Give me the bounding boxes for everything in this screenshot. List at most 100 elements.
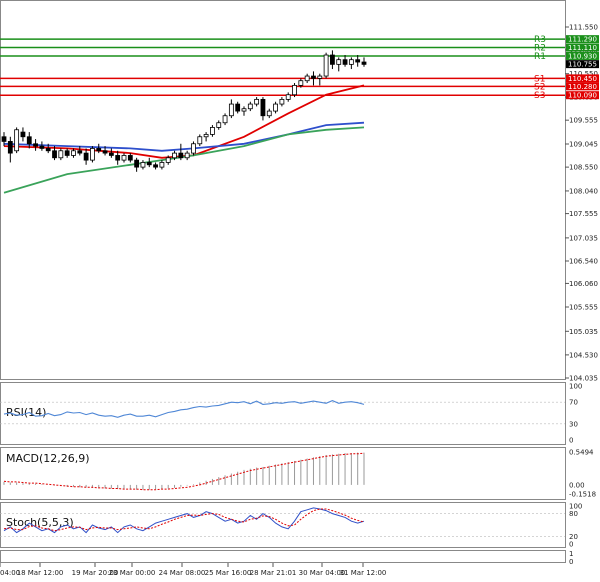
candle-body bbox=[52, 150, 57, 159]
current-price-value: 110.755 bbox=[568, 61, 597, 69]
candle-body bbox=[26, 136, 32, 145]
price-axis-label: 106.060 bbox=[569, 280, 598, 288]
candle-body bbox=[342, 59, 348, 65]
price-pane bbox=[0, 0, 566, 380]
candle-body bbox=[127, 155, 133, 161]
macd-axis-label: -0.1518 bbox=[569, 491, 596, 499]
candle-body bbox=[247, 103, 253, 110]
candle-body bbox=[14, 129, 20, 152]
candle-body bbox=[254, 98, 260, 105]
time-axis-label: 18 Mar 12:00 bbox=[17, 569, 64, 577]
time-axis: 04:0018 Mar 12:00 19 Mar 20:0023 Mar 00:0… bbox=[0, 563, 386, 577]
rsi-axis-label: 100 bbox=[569, 383, 582, 391]
extra-pane-axis-label: 1 bbox=[569, 550, 573, 558]
candle-body bbox=[7, 141, 13, 154]
time-axis-label: 31 Mar 12:00 bbox=[340, 569, 387, 577]
candle-body bbox=[121, 155, 127, 161]
candle-body bbox=[1, 136, 7, 142]
candle-body bbox=[361, 61, 367, 65]
candle-body bbox=[292, 84, 297, 96]
time-axis-label: 25 Mar 16:00 bbox=[205, 569, 252, 577]
candle-body bbox=[20, 131, 26, 138]
candle-body bbox=[153, 164, 158, 168]
candle-body bbox=[115, 155, 121, 161]
candle-body bbox=[77, 150, 83, 154]
candle-body bbox=[159, 162, 165, 168]
pivot-name-s3: S3 bbox=[534, 91, 545, 101]
candle-body bbox=[304, 75, 310, 82]
candle-body bbox=[71, 150, 76, 156]
candle-body bbox=[134, 159, 140, 168]
time-axis-label: 28 Mar 21:01 bbox=[250, 569, 297, 577]
rsi-label: RSI(14) bbox=[6, 406, 46, 419]
extra-pane-axis-label: 0 bbox=[569, 558, 573, 566]
extra-pane bbox=[0, 550, 566, 563]
pivot-value-s1: 110.450 bbox=[568, 75, 597, 83]
candle-body bbox=[355, 59, 361, 63]
pivot-value-r1: 110.930 bbox=[568, 52, 597, 60]
pivot-value-r2: 111.110 bbox=[568, 44, 597, 52]
pivot-value-r3: 111.290 bbox=[568, 36, 597, 44]
time-axis-label: 23 Mar 00:00 bbox=[109, 569, 156, 577]
price-axis-label: 106.540 bbox=[569, 258, 598, 266]
price-axis-label: 105.035 bbox=[569, 328, 598, 336]
time-axis-label: 24 Mar 08:00 bbox=[159, 569, 206, 577]
candle-body bbox=[90, 148, 95, 161]
candle-body bbox=[210, 127, 215, 135]
candle-body bbox=[348, 59, 354, 65]
candle-body bbox=[184, 152, 190, 159]
candle-body bbox=[83, 152, 89, 161]
candle-body bbox=[241, 108, 247, 112]
candle-body bbox=[39, 145, 45, 149]
candle-body bbox=[45, 148, 51, 152]
candle-body bbox=[222, 115, 228, 124]
macd-axis-label: 0.00 bbox=[569, 481, 585, 489]
extra-pane-axis: 10 bbox=[569, 550, 573, 566]
candle-body bbox=[172, 152, 177, 159]
rsi-axis-label: 0 bbox=[569, 437, 573, 445]
rsi-axis-label: 30 bbox=[569, 420, 578, 428]
stoch-pane bbox=[0, 502, 566, 548]
candle-body bbox=[285, 94, 291, 100]
pivot-name-r1: R1 bbox=[534, 52, 546, 62]
candle-body bbox=[317, 75, 323, 79]
candle-body bbox=[140, 162, 146, 168]
candle-body bbox=[279, 98, 285, 105]
candle-body bbox=[96, 148, 102, 152]
candle-body bbox=[216, 122, 222, 128]
rsi-pane bbox=[0, 382, 566, 445]
pivot-value-s2: 110.280 bbox=[568, 83, 597, 91]
candle-body bbox=[197, 136, 203, 145]
stoch-axis-label: 0 bbox=[569, 541, 573, 549]
price-axis-label: 104.530 bbox=[569, 351, 598, 359]
price-axis-label: 108.040 bbox=[569, 187, 598, 195]
price-axis-label: 107.555 bbox=[569, 210, 598, 218]
rsi-axis-label: 70 bbox=[569, 399, 578, 407]
candle-body bbox=[146, 162, 152, 166]
pivot-value-s3: 110.090 bbox=[568, 92, 597, 100]
candle-body bbox=[266, 110, 272, 117]
candle-body bbox=[311, 75, 316, 79]
macd-label: MACD(12,26,9) bbox=[6, 452, 90, 465]
current-price-tag: 110.755 bbox=[566, 60, 599, 69]
stoch-axis-label: 80 bbox=[569, 510, 578, 518]
price-axis-label: 108.550 bbox=[569, 164, 598, 172]
candle-body bbox=[323, 54, 329, 77]
candle-body bbox=[260, 98, 266, 117]
candle-body bbox=[330, 54, 335, 65]
candle-body bbox=[228, 103, 234, 117]
candle-body bbox=[298, 80, 304, 86]
candle-body bbox=[235, 103, 241, 112]
price-axis-label: 109.045 bbox=[569, 141, 598, 149]
candle-body bbox=[336, 59, 342, 65]
candle-body bbox=[33, 143, 38, 147]
price-axis-label: 107.035 bbox=[569, 234, 598, 242]
time-axis-label: 30 Mar 04:00 bbox=[299, 569, 346, 577]
candle-body bbox=[178, 152, 184, 159]
macd-axis-label: 0.5494 bbox=[569, 449, 594, 457]
price-axis-label: 109.555 bbox=[569, 117, 598, 125]
price-axis-label: 105.555 bbox=[569, 304, 598, 312]
candle-body bbox=[273, 103, 278, 112]
price-axis-label: 111.550 bbox=[569, 24, 598, 32]
candle-body bbox=[191, 143, 196, 154]
